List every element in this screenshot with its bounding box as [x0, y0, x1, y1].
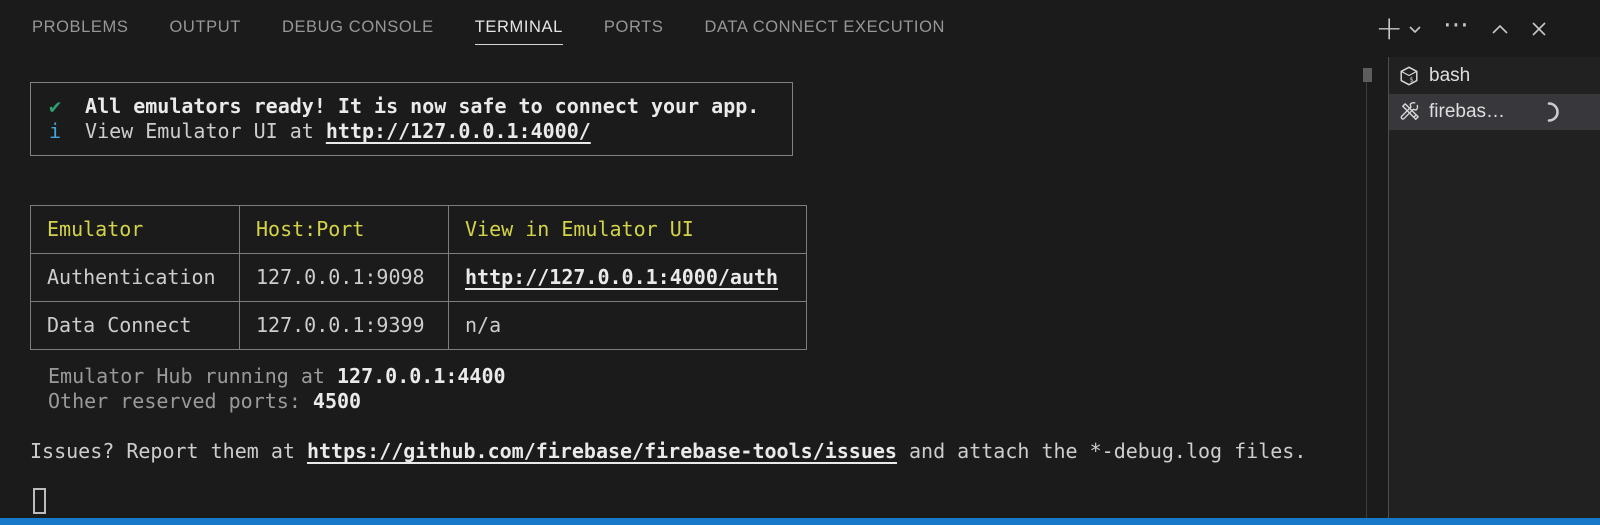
cell-view-ui: n/a [449, 302, 807, 350]
cell-host-port: 127.0.0.1:9098 [240, 254, 449, 302]
cell-host-port: 127.0.0.1:9399 [240, 302, 449, 350]
hub-prefix: Emulator Hub running at [48, 364, 337, 388]
ready-message-line: ✔ All emulators ready! It is now safe to … [49, 94, 782, 119]
table-row: Data Connect 127.0.0.1:9399 n/a [31, 302, 807, 350]
panel-actions: + ⋯ [1375, 0, 1548, 57]
emulator-ui-line: i View Emulator UI at http://127.0.0.1:40… [49, 119, 782, 144]
info-icon: i [49, 119, 61, 143]
cell-emulator-name: Data Connect [31, 302, 240, 350]
check-icon: ✔ [49, 94, 61, 118]
terminal-list-item-firebase[interactable]: firebas… [1389, 94, 1600, 130]
issues-suffix: and attach the *-debug.log files. [897, 439, 1306, 463]
loading-spinner-icon [1538, 101, 1560, 123]
terminal-scrollbar[interactable] [1363, 57, 1388, 518]
tab-debug-console[interactable]: DEBUG CONSOLE [282, 12, 434, 45]
auth-emulator-ui-link[interactable]: http://127.0.0.1:4000/auth [465, 265, 778, 289]
issues-line: Issues? Report them at https://github.co… [30, 439, 1363, 464]
hub-line: Emulator Hub running at 127.0.0.1:4400 [48, 364, 1363, 389]
tab-ports[interactable]: PORTS [604, 12, 664, 45]
emulator-table: Emulator Host:Port View in Emulator UI A… [30, 205, 807, 350]
tools-wrench-screwdriver-icon [1397, 100, 1421, 124]
terminal-list-item-bash[interactable]: $ bash [1389, 58, 1600, 94]
issues-link[interactable]: https://github.com/firebase/firebase-too… [307, 439, 897, 463]
maximize-panel-chevron-up-icon[interactable] [1491, 23, 1509, 35]
emulator-ui-link[interactable]: http://127.0.0.1:4000/ [326, 119, 591, 143]
hub-info-block: Emulator Hub running at 127.0.0.1:4400 O… [30, 364, 1363, 414]
tab-data-connect-execution[interactable]: DATA CONNECT EXECUTION [704, 12, 945, 45]
header-host-port: Host:Port [240, 206, 449, 254]
scrollbar-track [1366, 70, 1367, 518]
tab-problems[interactable]: PROBLEMS [32, 12, 129, 45]
close-panel-x-icon[interactable] [1530, 20, 1548, 38]
scrollbar-thumb[interactable] [1363, 68, 1372, 82]
ready-message-text: All emulators ready! It is now safe to c… [85, 94, 759, 118]
svg-text:$: $ [1410, 76, 1414, 84]
emulators-ready-box: ✔ All emulators ready! It is now safe to … [30, 82, 793, 156]
tab-terminal[interactable]: TERMINAL [475, 12, 563, 45]
reserved-ports-line: Other reserved ports: 4500 [48, 389, 1363, 414]
new-terminal-split-button: + [1375, 14, 1422, 44]
reserved-ports-value: 4500 [313, 389, 361, 413]
table-row: Authentication 127.0.0.1:9098 http://127… [31, 254, 807, 302]
issues-prefix: Issues? Report them at [30, 439, 307, 463]
bash-cube-icon: $ [1397, 64, 1421, 88]
cell-emulator-name: Authentication [31, 254, 240, 302]
panel-bottom-accent-bar [0, 518, 1600, 525]
launch-profile-chevron-down-icon[interactable] [1408, 24, 1422, 34]
header-emulator: Emulator [31, 206, 240, 254]
terminal-list-label: bash [1429, 65, 1470, 87]
more-actions-ellipsis-icon[interactable]: ⋯ [1443, 12, 1470, 38]
emulator-ui-prefix: View Emulator UI at [85, 119, 326, 143]
header-view-ui: View in Emulator UI [449, 206, 807, 254]
reserved-prefix: Other reserved ports: [48, 389, 313, 413]
tab-output[interactable]: OUTPUT [170, 12, 241, 45]
terminal-list-label: firebas… [1429, 101, 1505, 123]
terminal-output-area[interactable]: ✔ All emulators ready! It is now safe to … [0, 57, 1363, 518]
new-terminal-plus-icon[interactable]: + [1375, 11, 1403, 44]
panel-tab-bar: PROBLEMS OUTPUT DEBUG CONSOLE TERMINAL P… [0, 0, 1600, 57]
table-header-row: Emulator Host:Port View in Emulator UI [31, 206, 807, 254]
terminal-list-sidebar: $ bash firebas… [1388, 57, 1600, 518]
hub-address: 127.0.0.1:4400 [337, 364, 506, 388]
panel-main: ✔ All emulators ready! It is now safe to … [0, 57, 1600, 518]
terminal-cursor [33, 488, 46, 514]
